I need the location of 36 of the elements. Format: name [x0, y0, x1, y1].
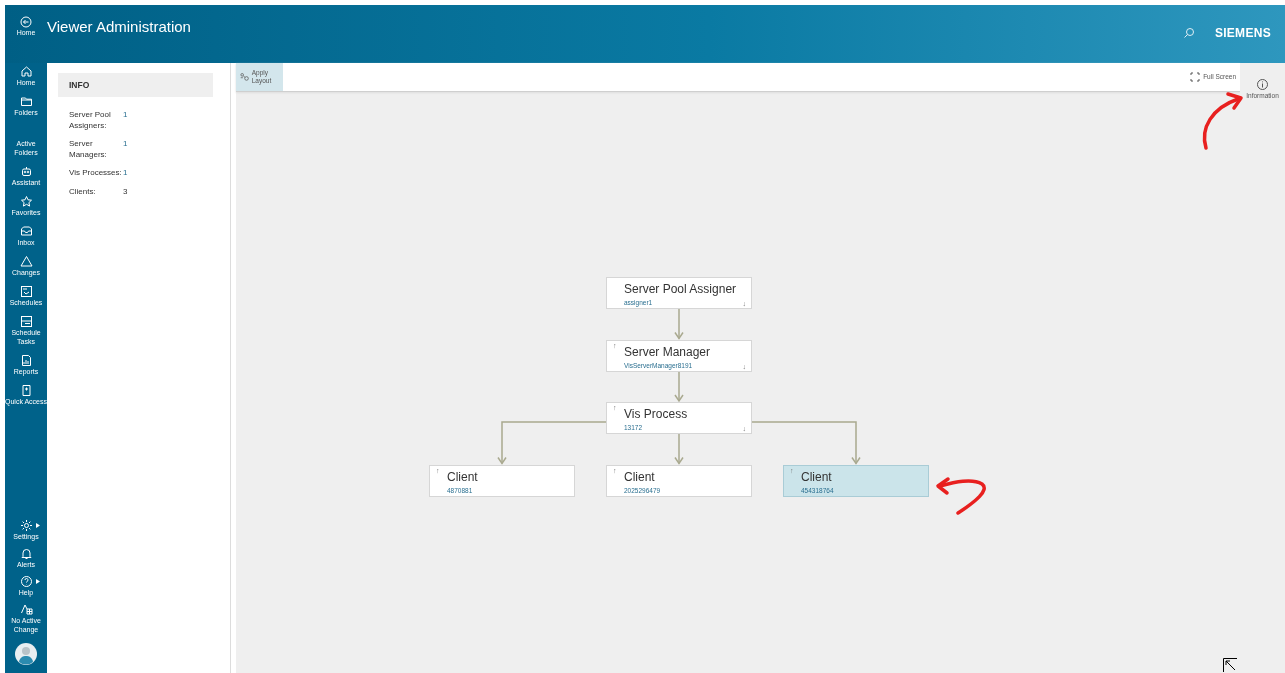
robot-icon [19, 165, 33, 178]
task-list-icon [19, 315, 33, 328]
calendar-icon [19, 285, 33, 298]
brand-logo: SIEMENS [1214, 26, 1271, 40]
connector-arrow [674, 308, 684, 340]
annotation-arrow [1202, 92, 1243, 150]
info-label: Vis Processes: [69, 168, 123, 179]
info-label: Server Managers: [69, 139, 108, 160]
bookmark-icon [19, 384, 33, 397]
layout-icon [240, 71, 249, 83]
connector-arrow [674, 370, 684, 403]
bell-icon [19, 547, 33, 560]
section-heading: INFO [58, 73, 213, 97]
change-icon [19, 603, 33, 616]
page-title: Viewer Administration [47, 17, 192, 35]
house-icon [19, 65, 33, 78]
info-value[interactable]: 1 [123, 168, 202, 179]
triangle-icon [19, 255, 33, 268]
expand-icon [1190, 72, 1201, 82]
star-icon [19, 195, 33, 208]
info-value: 3 [123, 186, 129, 197]
report-icon [19, 354, 33, 367]
annotation-arrow [936, 477, 986, 515]
search-icon [1182, 27, 1195, 39]
folder-icon [19, 95, 33, 108]
avatar-icon[interactable] [15, 643, 37, 665]
connector-arrow [674, 433, 684, 465]
back-icon [20, 16, 32, 28]
info-label: Clients: [69, 186, 97, 197]
inbox-icon [19, 225, 33, 238]
collapse-icon [1223, 658, 1238, 673]
info-icon [1257, 79, 1268, 90]
info-value[interactable]: 1 [123, 110, 202, 131]
info-value[interactable]: 1 [123, 139, 202, 160]
help-icon [19, 575, 33, 588]
info-label: Server Pool Assigners: [69, 110, 112, 131]
